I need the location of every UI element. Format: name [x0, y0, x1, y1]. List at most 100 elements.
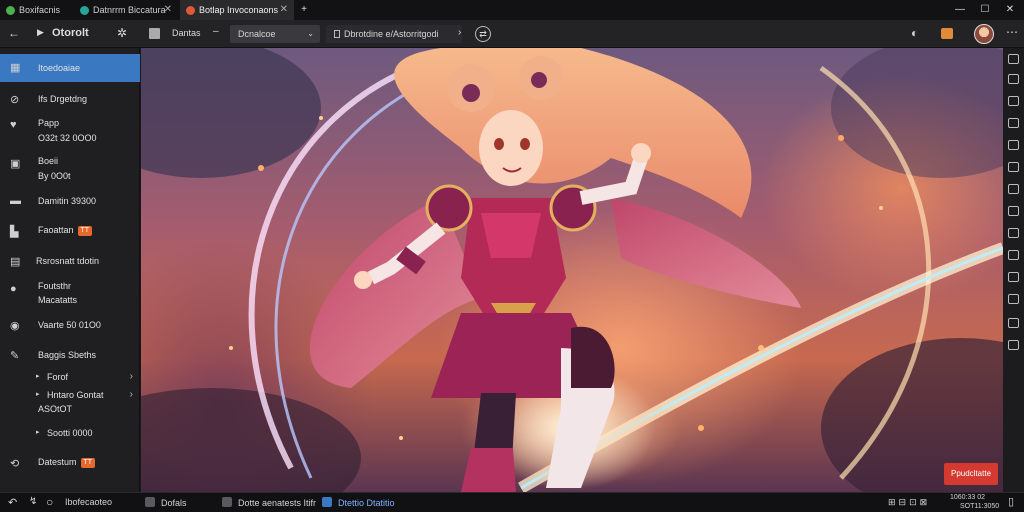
- caret-icon: ▸: [36, 391, 40, 398]
- rail-info-icon[interactable]: [1008, 340, 1019, 350]
- sidebar-item-label: Damitin 39300: [38, 196, 97, 206]
- rail-text-icon[interactable]: [1008, 140, 1019, 150]
- rail-export-icon[interactable]: [1008, 294, 1019, 304]
- taskbar-item-0[interactable]: Ibofecaoteo: [65, 497, 112, 507]
- close-tab-icon[interactable]: ✕: [164, 4, 172, 15]
- sidebar-item-label: Hntaro Gontat: [47, 390, 104, 400]
- taskbar-label: Dotte aenatests Itifr: [238, 498, 317, 508]
- sidebar-item-label: Faoattan: [38, 225, 74, 235]
- sidebar-item-label: Itoedoaiae: [38, 63, 81, 73]
- chevron-right-icon: ›: [129, 389, 133, 400]
- sidebar-item-label: Ifs Drgetdng: [38, 94, 88, 104]
- notification-icon[interactable]: ▯: [1008, 495, 1014, 508]
- tab-favicon-icon: [6, 5, 15, 15]
- sidebar-item-boeii[interactable]: ▣ Boeii By 0O0t: [0, 154, 140, 184]
- rail-crop-icon[interactable]: [1008, 184, 1019, 194]
- sidebar-item-datestum[interactable]: ⟲ Datestum TT: [0, 454, 140, 474]
- sidebar-item-label: Vaarte 50 01O0: [38, 320, 101, 330]
- back-arrow-icon[interactable]: ←: [8, 27, 20, 39]
- tab-2[interactable]: Botlap Invoconaons ✕: [180, 0, 294, 20]
- sidebar-item-foutsthr[interactable]: ● Foutsthr Macatatts: [0, 280, 140, 310]
- avatar[interactable]: [974, 24, 994, 44]
- tray-icons[interactable]: ⊞⊟⊡⊠: [888, 497, 930, 508]
- new-tab-button[interactable]: +: [294, 2, 314, 18]
- sidebar-item-hntaro[interactable]: ▸ Hntaro Gontat › ASOtOT: [0, 388, 140, 416]
- gift-icon[interactable]: [941, 28, 953, 39]
- new-badge: TT: [80, 458, 96, 468]
- minimize-button[interactable]: —: [950, 2, 970, 18]
- settings-icon[interactable]: ✲: [117, 27, 127, 39]
- close-tab-icon[interactable]: ✕: [280, 4, 288, 15]
- chevron-right-icon[interactable]: ›: [458, 28, 461, 38]
- rail-effects-icon[interactable]: [1008, 250, 1019, 260]
- toolbar-tab-label[interactable]: Dantas: [172, 28, 201, 38]
- play-icon[interactable]: ▶: [37, 28, 44, 37]
- grid-icon: ▦: [10, 62, 21, 74]
- taskbar-label: Dtettio Dtatitio: [338, 498, 395, 508]
- new-badge: TT: [77, 226, 93, 236]
- rail-history-icon[interactable]: [1008, 318, 1019, 328]
- rail-filter-icon[interactable]: [1008, 206, 1019, 216]
- rail-grid-icon[interactable]: [1008, 74, 1019, 84]
- heart-icon: ♥: [10, 119, 17, 131]
- sidebar-item-discover[interactable]: ⊘ Ifs Drgetdng: [0, 88, 140, 110]
- mic-icon[interactable]: ◐: [911, 27, 918, 39]
- maximize-button[interactable]: ☐: [975, 2, 995, 18]
- main-canvas[interactable]: Ppudcltatte: [141, 48, 1003, 492]
- path-field[interactable]: Dbrotdine e/Astorritgodi: [326, 25, 462, 43]
- share-icon[interactable]: ⇄: [475, 26, 491, 42]
- tab-label: Botlap Invoconaons: [199, 5, 279, 15]
- sidebar-item-text: Faoattan TT: [38, 225, 93, 236]
- folder-icon: ▙: [10, 226, 19, 238]
- sidebar-item-sublabel: By 0O0t: [38, 171, 71, 181]
- close-window-button[interactable]: ✕: [1000, 2, 1020, 18]
- tab-favicon-icon: [186, 5, 195, 15]
- tab-0[interactable]: Boxifacnis: [0, 0, 72, 20]
- toolbar-separator: –: [213, 26, 219, 37]
- taskbar-item-1[interactable]: Dofals: [145, 497, 187, 508]
- rail-image-icon[interactable]: [1008, 54, 1019, 64]
- app-icon: [322, 497, 332, 507]
- undo-icon[interactable]: ↶: [8, 496, 17, 509]
- sidebar-item-forof[interactable]: ▸ Forof ›: [0, 370, 140, 386]
- taskbar-item-3[interactable]: Dtettio Dtatitio: [322, 497, 395, 508]
- taskbar-item-2[interactable]: Dotte aenatests Itifr: [222, 497, 316, 508]
- rail-adjust-icon[interactable]: [1008, 228, 1019, 238]
- circle-icon: ●: [10, 283, 17, 295]
- rail-layers-icon[interactable]: [1008, 118, 1019, 128]
- sidebar-item-label: Boeii: [38, 156, 59, 166]
- sidebar-item-home[interactable]: ▦ Itoedoaiae: [0, 54, 140, 82]
- chevron-down-icon: ⌄: [307, 29, 314, 38]
- caret-icon: ▸: [36, 429, 40, 436]
- sidebar-item-papp[interactable]: ♥ Papp O32t 32 0OO0: [0, 116, 140, 146]
- sidebar-item-label: Forof: [47, 372, 69, 382]
- brush-icon[interactable]: ↯: [29, 496, 37, 507]
- dropdown-select[interactable]: Dcnalcoe ⌄: [230, 25, 320, 43]
- publish-button[interactable]: Ppudcltatte: [944, 463, 998, 485]
- circle-icon[interactable]: ○: [46, 495, 53, 509]
- sidebar-item-label: Rsrosnatt tdotin: [36, 256, 100, 266]
- sidebar-item-label: Datestum: [38, 457, 77, 467]
- sidebar-item-vaarte[interactable]: ◉ Vaarte 50 01O0: [0, 316, 140, 336]
- tab-favicon-icon: [80, 5, 89, 15]
- rail-share-icon[interactable]: [1008, 272, 1019, 282]
- sidebar-item-baggis[interactable]: ✎ Baggis Sbeths: [0, 346, 140, 366]
- rail-list-icon[interactable]: [1008, 96, 1019, 106]
- sidebar-item-rsrosnatt[interactable]: ▤ Rsrosnatt tdotin: [0, 252, 140, 272]
- date: SOT11:3050: [960, 503, 1000, 510]
- tab-1[interactable]: Datnrrm Biccatura ✕: [74, 0, 178, 20]
- doc-icon[interactable]: [149, 28, 160, 39]
- sidebar-item-sublabel: O32t 32 0OO0: [38, 133, 97, 143]
- tab-strip: Boxifacnis Datnrrm Biccatura ✕ Botlap In…: [0, 0, 1024, 20]
- sidebar: ▦ Itoedoaiae ⊘ Ifs Drgetdng ♥ Papp O32t …: [0, 48, 140, 492]
- rail-chat-icon[interactable]: [1008, 162, 1019, 172]
- clock: 1060:33 02: [950, 494, 986, 501]
- sidebar-item-damitin[interactable]: ▬ Damitin 39300: [0, 192, 140, 212]
- sidebar-item-faoattan[interactable]: ▙ Faoattan TT: [0, 222, 140, 242]
- sidebar-item-sootti[interactable]: ▸ Sootti 0000: [0, 426, 140, 442]
- chat-icon: ▬: [10, 195, 21, 207]
- tab-label: Boxifacnis: [19, 5, 61, 15]
- toolbar: ← ▶ Otorolt ✲ Dantas – Dcnalcoe ⌄ Dbrotd…: [0, 20, 1024, 48]
- sync-icon: ⟲: [10, 458, 20, 470]
- more-icon[interactable]: ⋯: [1006, 26, 1018, 38]
